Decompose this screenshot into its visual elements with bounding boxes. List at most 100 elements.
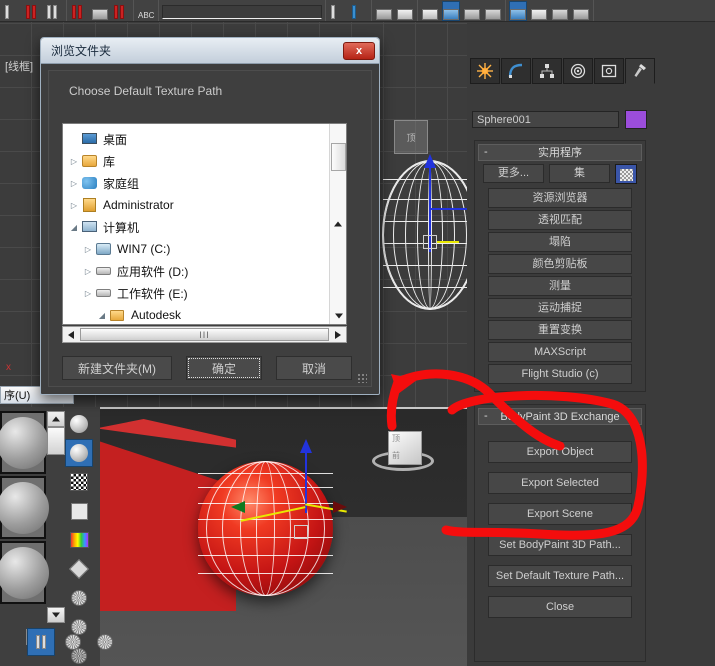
angle-snap-icon[interactable] <box>350 1 368 21</box>
tree-item[interactable]: ▷ WIN7 (C:) <box>65 238 329 260</box>
utility-button[interactable]: 颜色剪贴板 <box>488 254 632 274</box>
render-production-icon[interactable] <box>509 1 527 21</box>
material-slot-scrollbar[interactable] <box>47 411 65 455</box>
snap-toggle-icon[interactable] <box>329 1 347 21</box>
utility-button[interactable]: MAXScript <box>488 342 632 362</box>
close-icon[interactable]: x <box>343 41 375 60</box>
make-preview-icon[interactable] <box>66 556 92 582</box>
close-button[interactable]: Close <box>488 596 632 618</box>
select-move-icon[interactable] <box>24 1 42 21</box>
tree-expander[interactable]: ▷ <box>67 201 81 210</box>
tree-expander[interactable]: ◢ <box>67 223 81 232</box>
material-slot[interactable] <box>0 476 49 539</box>
create-tab[interactable] <box>470 58 500 84</box>
tree-item[interactable]: ◢ Autodesk <box>65 304 329 324</box>
sample-type-icon[interactable] <box>66 411 92 437</box>
resize-grip-icon[interactable] <box>357 373 367 383</box>
utility-button[interactable]: 重置变换 <box>488 320 632 340</box>
utilities-rollout-header[interactable]: - 实用程序 <box>478 144 642 161</box>
more-button[interactable]: 更多... <box>483 164 544 183</box>
export-scene-button[interactable]: Export Scene <box>488 503 632 525</box>
object-color-swatch[interactable] <box>625 110 647 129</box>
browse-folder-dialog[interactable]: 浏览文件夹 x Choose Default Texture Path 桌面 ▷… <box>40 37 380 395</box>
tree-item[interactable]: ▷ 工作软件 (E:) <box>65 282 329 304</box>
display-tab[interactable] <box>594 58 624 84</box>
hierarchy-tab[interactable] <box>532 58 562 84</box>
backlight-icon[interactable] <box>65 439 93 467</box>
mirror-icon[interactable] <box>70 1 88 21</box>
tree-item[interactable]: ▷ Administrator <box>65 194 329 216</box>
set-default-texture-path-button[interactable]: Set Default Texture Path... <box>488 565 632 587</box>
tree-item[interactable]: 桌面 <box>65 128 329 150</box>
quick-render-icon[interactable] <box>572 1 590 21</box>
scroll-thumb[interactable] <box>331 143 346 171</box>
scroll-left-button[interactable] <box>63 327 79 342</box>
scroll-down-button[interactable] <box>330 307 346 324</box>
viewport-perspective[interactable]: 顶 前 <box>100 407 470 666</box>
utility-button[interactable]: 测量 <box>488 276 632 296</box>
tree-item[interactable]: ▷ 库 <box>65 150 329 172</box>
text-abc-icon[interactable]: ABC <box>137 1 155 21</box>
new-folder-button[interactable]: 新建文件夹(M) <box>62 356 172 380</box>
utilities-tab[interactable] <box>625 58 655 84</box>
sets-button[interactable]: 集 <box>549 164 610 183</box>
activeshade-icon[interactable] <box>551 1 569 21</box>
select-object-icon[interactable] <box>3 1 21 21</box>
scroll-down-button[interactable] <box>47 607 65 623</box>
utility-button[interactable]: Flight Studio (c) <box>488 364 632 384</box>
scroll-up-button[interactable] <box>47 411 65 427</box>
tree-expander[interactable]: ▷ <box>67 157 81 166</box>
scroll-up-button[interactable] <box>330 124 346 227</box>
object-name-field[interactable]: Sphere001 <box>472 111 619 128</box>
render-iterative-icon[interactable] <box>530 1 548 21</box>
render-setup-icon[interactable] <box>375 1 393 21</box>
render-frame-icon[interactable] <box>396 1 414 21</box>
export-selected-button[interactable]: Export Selected <box>488 472 632 494</box>
options-icon[interactable] <box>66 585 92 611</box>
material-slot[interactable] <box>0 411 49 474</box>
sample-uv-tiling-icon[interactable] <box>66 498 92 524</box>
schematic-view-icon[interactable] <box>484 1 502 21</box>
red-sphere-object[interactable] <box>198 461 333 596</box>
scroll-right-button[interactable] <box>330 327 346 342</box>
utility-button[interactable]: 运动捕捉 <box>488 298 632 318</box>
tree-vertical-scrollbar[interactable] <box>329 124 346 324</box>
cancel-button[interactable]: 取消 <box>276 356 352 380</box>
named-selection-field[interactable] <box>162 5 322 19</box>
layer-manager-icon[interactable] <box>421 1 439 21</box>
set-bodypaint-path-button[interactable]: Set BodyPaint 3D Path... <box>488 534 632 556</box>
scroll-thumb[interactable] <box>47 427 65 455</box>
utility-button[interactable]: 塌陷 <box>488 232 632 252</box>
tree-horizontal-scrollbar[interactable]: III <box>62 326 347 343</box>
material-editor-icon[interactable] <box>442 1 460 21</box>
select-rotate-icon[interactable] <box>45 1 63 21</box>
utility-button[interactable]: 资源浏览器 <box>488 188 632 208</box>
background-checker-icon[interactable] <box>66 469 92 495</box>
utility-button[interactable]: 透视匹配 <box>488 210 632 230</box>
material-slot[interactable] <box>0 541 49 604</box>
tree-expander[interactable]: ▷ <box>81 267 95 276</box>
tree-item[interactable]: ◢ 计算机 <box>65 216 329 238</box>
bodypaint-rollout-header[interactable]: - BodyPaint 3D Exchange <box>478 408 642 425</box>
align-icon[interactable] <box>91 1 109 21</box>
video-color-check-icon[interactable] <box>66 527 92 553</box>
tree-item[interactable]: ▷ 应用软件 (D:) <box>65 260 329 282</box>
export-object-button[interactable]: Export Object <box>488 441 632 463</box>
tree-expander[interactable]: ▷ <box>81 289 95 298</box>
assign-to-selection-icon[interactable] <box>92 629 118 655</box>
get-material-icon[interactable] <box>27 628 55 656</box>
array-icon[interactable] <box>112 1 130 21</box>
tree-item[interactable]: ▷ 家庭组 <box>65 172 329 194</box>
dialog-titlebar[interactable]: 浏览文件夹 x <box>41 38 379 64</box>
tree-expander[interactable]: ▷ <box>81 245 95 254</box>
folder-tree[interactable]: 桌面 ▷ 库 ▷ 家庭组 ▷ Administrator ◢ 计算机 ▷ WIN… <box>62 123 347 325</box>
curve-editor-icon[interactable] <box>463 1 481 21</box>
configure-button-sets-icon[interactable] <box>615 164 637 184</box>
put-to-scene-icon[interactable] <box>60 629 86 655</box>
ok-button[interactable]: 确定 <box>186 356 262 380</box>
scroll-thumb[interactable]: III <box>80 328 329 341</box>
motion-tab[interactable] <box>563 58 593 84</box>
tree-expander[interactable]: ▷ <box>67 179 81 188</box>
tree-expander[interactable]: ◢ <box>95 311 109 320</box>
modify-tab[interactable] <box>501 58 531 84</box>
